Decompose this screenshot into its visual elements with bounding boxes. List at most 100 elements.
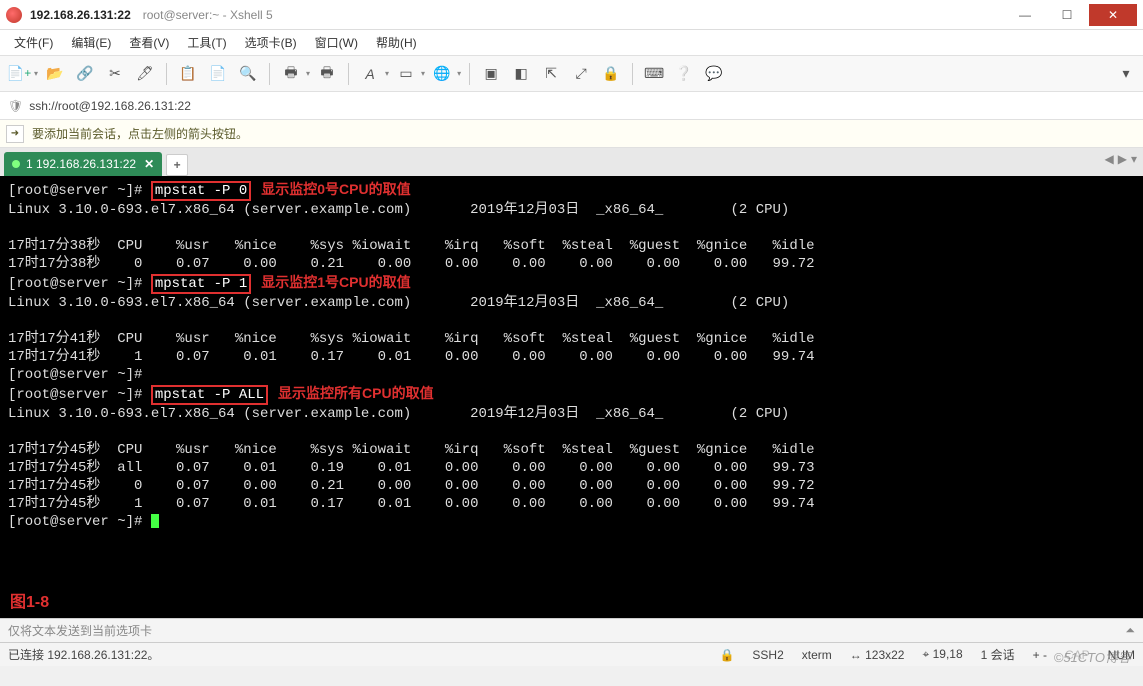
status-num: NUM <box>1108 648 1135 662</box>
close-button[interactable]: ✕ <box>1089 4 1137 26</box>
menu-view[interactable]: 查看(V) <box>125 32 173 53</box>
fullscreen-icon[interactable]: ▣ <box>478 61 504 87</box>
transparency-icon[interactable]: ◧ <box>508 61 534 87</box>
separator <box>632 63 633 85</box>
send-bar[interactable]: 仅将文本发送到当前选项卡 ⏶ <box>0 618 1143 642</box>
term-line: 17时17分41秒 CPU %usr %nice %sys %iowait %i… <box>8 331 815 347</box>
paste-icon[interactable]: 📄 <box>205 61 231 87</box>
maximize-button[interactable]: ☐ <box>1047 4 1087 26</box>
menu-tools[interactable]: 工具(T) <box>183 32 230 53</box>
tab-nav-right-icon[interactable]: ▶ <box>1118 152 1127 166</box>
terminal[interactable]: [root@server ~]# mpstat -P 0 显示监控0号CPU的取值… <box>0 176 1143 618</box>
minimize-button[interactable]: — <box>1005 4 1045 26</box>
highlighted-command: mpstat -P 1 <box>151 274 251 294</box>
menu-edit[interactable]: 编辑(E) <box>67 32 115 53</box>
dropdown-icon[interactable]: ▾ <box>385 69 389 78</box>
status-connection: 已连接 192.168.26.131:22。 <box>8 646 159 663</box>
dropdown-icon[interactable]: ▾ <box>34 69 38 78</box>
dropdown-icon[interactable]: ▾ <box>306 69 310 78</box>
separator <box>269 63 270 85</box>
disconnect-icon[interactable]: ✂ <box>102 61 128 87</box>
search-icon[interactable]: 🔍 <box>235 61 261 87</box>
always-on-top-icon[interactable]: ⇱ <box>538 61 564 87</box>
add-session-arrow-button[interactable]: ➜ <box>6 125 24 143</box>
print-icon[interactable]: 🖶 <box>278 61 304 87</box>
annotation: 显示监控所有CPU的取值 <box>278 385 434 401</box>
term-line: 17时17分38秒 CPU %usr %nice %sys %iowait %i… <box>8 238 815 254</box>
status-dot-icon <box>12 160 20 168</box>
properties-icon[interactable]: 🖊 <box>132 61 158 87</box>
term-line: Linux 3.10.0-693.el7.x86_64 (server.exam… <box>8 295 789 311</box>
status-lock-icon: 🔒 <box>719 648 734 662</box>
menu-window[interactable]: 窗口(W) <box>311 32 362 53</box>
term-line: [root@server ~]# mpstat -P ALL显示监控所有CPU的… <box>8 387 434 403</box>
tab-nav-left-icon[interactable]: ◀ <box>1105 152 1114 166</box>
cursor-icon <box>151 514 159 528</box>
print-options-icon[interactable]: 🖶 <box>314 61 340 87</box>
infobar-text: 要添加当前会话，点击左侧的箭头按钮。 <box>32 125 248 142</box>
help-icon[interactable]: ❔ <box>671 61 697 87</box>
session-tab[interactable]: 1 192.168.26.131:22 ✕ <box>4 152 162 176</box>
new-session-icon[interactable]: 📄+ <box>6 61 32 87</box>
term-line: 17时17分38秒 0 0.07 0.00 0.21 0.00 0.00 0.0… <box>8 256 815 272</box>
separator <box>348 63 349 85</box>
separator <box>469 63 470 85</box>
term-line: 17时17分45秒 1 0.07 0.01 0.17 0.01 0.00 0.0… <box>8 496 815 512</box>
term-line: 17时17分45秒 0 0.07 0.00 0.21 0.00 0.00 0.0… <box>8 478 815 494</box>
window-titlebar: 192.168.26.131:22 root@server:~ - Xshell… <box>0 0 1143 30</box>
copy-icon[interactable]: 📋 <box>175 61 201 87</box>
term-line: 17时17分45秒 all 0.07 0.01 0.19 0.01 0.00 0… <box>8 460 815 476</box>
folder-open-icon[interactable]: 📂 <box>42 61 68 87</box>
toggle-broadcast-icon[interactable]: ⤢ <box>568 61 594 87</box>
term-line: 17时17分45秒 CPU %usr %nice %sys %iowait %i… <box>8 442 815 458</box>
term-line: 17时17分41秒 1 0.07 0.01 0.17 0.01 0.00 0.0… <box>8 349 815 365</box>
address-input[interactable] <box>29 99 1135 113</box>
annotation: 显示监控0号CPU的取值 <box>261 181 410 197</box>
status-caps: CAP <box>1065 648 1090 662</box>
tab-label: 1 192.168.26.131:22 <box>26 157 136 171</box>
status-session-controls[interactable]: + - <box>1033 648 1047 662</box>
status-cursor-pos: ⌖ 19,18 <box>922 647 962 662</box>
new-tab-button[interactable]: + <box>166 154 188 176</box>
status-term-type: xterm <box>802 648 832 662</box>
highlighted-command: mpstat -P ALL <box>151 385 268 405</box>
connect-icon[interactable]: 🔗 <box>72 61 98 87</box>
compose-bar-icon[interactable]: 💬 <box>701 61 727 87</box>
figure-label: 图1-8 <box>10 594 49 612</box>
term-line: Linux 3.10.0-693.el7.x86_64 (server.exam… <box>8 406 789 422</box>
menu-help[interactable]: 帮助(H) <box>372 32 421 53</box>
addressbar: 🛡 <box>0 92 1143 120</box>
highlighted-command: mpstat -P 0 <box>151 181 251 201</box>
term-line: [root@server ~]# <box>8 514 159 530</box>
menu-tabs[interactable]: 选项卡(B) <box>241 32 301 53</box>
status-size: ↔ 123x22 <box>850 648 905 662</box>
send-bar-toggle-icon[interactable]: ⏶ <box>1125 623 1135 638</box>
toolbar-toggle-icon[interactable]: ▾ <box>1113 61 1139 87</box>
app-icon <box>6 7 22 23</box>
toolbar: 📄+▾ 📂 🔗 ✂ 🖊 📋 📄 🔍 🖶▾ 🖶 A▾ ▭▾ 🌐▾ ▣ ◧ ⇱ ⤢ … <box>0 56 1143 92</box>
annotation: 显示监控1号CPU的取值 <box>261 274 410 290</box>
send-bar-placeholder: 仅将文本发送到当前选项卡 <box>8 622 152 639</box>
tabstrip: 1 192.168.26.131:22 ✕ + ◀ ▶ ▾ <box>0 148 1143 176</box>
term-line: Linux 3.10.0-693.el7.x86_64 (server.exam… <box>8 202 789 218</box>
term-line: [root@server ~]# mpstat -P 0显示监控0号CPU的取值 <box>8 183 411 199</box>
font-icon[interactable]: A <box>357 61 383 87</box>
statusbar: 已连接 192.168.26.131:22。 🔒 SSH2 xterm ↔ 12… <box>0 642 1143 666</box>
tab-nav-menu-icon[interactable]: ▾ <box>1131 152 1137 166</box>
lock-icon[interactable]: 🔒 <box>598 61 624 87</box>
dropdown-icon[interactable]: ▾ <box>421 69 425 78</box>
title-ip: 192.168.26.131:22 <box>30 8 131 22</box>
color-scheme-icon[interactable]: ▭ <box>393 61 419 87</box>
dropdown-icon[interactable]: ▾ <box>457 69 461 78</box>
title-path: root@server:~ - Xshell 5 <box>143 8 273 22</box>
address-lock-icon: 🛡 <box>8 99 23 113</box>
menu-file[interactable]: 文件(F) <box>10 32 57 53</box>
infobar: ➜ 要添加当前会话，点击左侧的箭头按钮。 <box>0 120 1143 148</box>
term-line: [root@server ~]# mpstat -P 1显示监控1号CPU的取值 <box>8 276 411 292</box>
tab-close-button[interactable]: ✕ <box>144 157 154 171</box>
pos-icon: ⌖ <box>922 647 929 661</box>
menubar: 文件(F) 编辑(E) 查看(V) 工具(T) 选项卡(B) 窗口(W) 帮助(… <box>0 30 1143 56</box>
encoding-icon[interactable]: 🌐 <box>429 61 455 87</box>
status-protocol: SSH2 <box>752 648 783 662</box>
keyboard-icon[interactable]: ⌨ <box>641 61 667 87</box>
